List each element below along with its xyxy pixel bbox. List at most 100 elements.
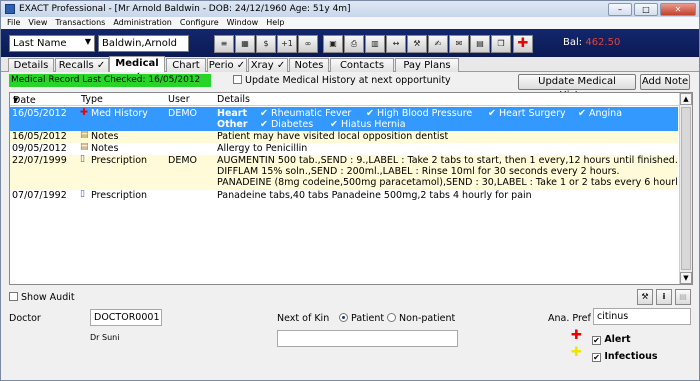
vertical-scrollbar[interactable]: ▲ ▼ [679,93,692,284]
show-audit[interactable]: Show Audit [9,292,75,303]
glasses-icon[interactable]: ∞ [298,35,318,53]
lock-icon[interactable]: ▤ [675,289,691,305]
scroll-thumb[interactable] [681,107,691,270]
condition-item: ✔ Diabetes [260,119,314,130]
nonpatient-radio[interactable]: Non-patient [387,313,455,324]
row-type: Notes [91,131,119,142]
menu-help[interactable]: Help [262,17,288,29]
heart-label: Heart [217,108,248,119]
tab-medical[interactable]: Medical ✓ [109,56,165,82]
column-header-details[interactable]: Details [217,94,250,105]
patient-radio-label: Patient [351,313,385,324]
next-of-kin-field[interactable] [277,330,458,347]
tab-xray[interactable]: Xray ✓ [248,58,288,72]
balance-display: Bal: 462.50 [563,37,620,48]
row-type: Prescription [91,155,148,166]
alert-checkbox[interactable]: ✔ [592,336,601,345]
doctor-name: Dr Suni [90,333,120,342]
notes-icon: ▤ [80,143,89,152]
note-icon[interactable]: ▤ [470,35,490,53]
dollar-icon[interactable]: $ [256,35,276,53]
show-audit-checkbox[interactable] [9,292,18,301]
other-label: Other [217,119,248,130]
date-header-label: Date [13,95,36,106]
row-type: Notes [91,143,119,154]
menu-file[interactable]: File [3,17,24,29]
patient-radio[interactable]: Patient [339,313,384,324]
table-row[interactable]: 22/07/1999 ▯ Prescription DEMO AUGMENTIN… [10,155,678,190]
column-header-type[interactable]: Type [81,94,103,105]
add-note-button[interactable]: Add Note [640,74,690,90]
info-icon[interactable]: i [656,289,672,305]
tab-details[interactable]: Details [8,58,54,72]
menu-window[interactable]: Window [223,17,263,29]
medical-cross-icon[interactable]: ✚ [513,35,533,53]
infectious-checkbox[interactable]: ✔ [592,353,601,362]
sign-icon[interactable]: ✍ [428,35,448,53]
menu-transactions[interactable]: Transactions [51,17,109,29]
row-type: Prescription [91,190,148,201]
calculator-icon[interactable]: ▦ [235,35,255,53]
table-row[interactable]: 16/05/2012 ▤ Notes Patient may have visi… [10,131,678,143]
patient-name-field[interactable]: Baldwin,Arnold [98,35,189,52]
table-row[interactable]: 16/05/2012 ✚ Med History DEMO Heart ✔ Rh… [10,107,678,131]
scroll-up-icon[interactable]: ▲ [680,93,692,105]
prescription-icon: ▯ [80,190,85,199]
table-row[interactable]: 07/07/1992 ▯ Prescription Panadeine tabs… [10,190,678,202]
search-type-select[interactable]: Last Name ▼ [9,35,95,52]
column-header-date[interactable]: Date ▼ [13,94,36,106]
list-icon[interactable]: ≡ [214,35,234,53]
infectious-option[interactable]: ✔ Infectious [592,351,658,362]
window-title: EXACT Professional - [Mr Arnold Baldwin … [19,4,351,14]
condition-item: ✔ Rheumatic Fever [260,108,352,119]
tab-notes[interactable]: Notes [289,58,329,72]
row-type: Med History [91,108,148,119]
wrench-icon[interactable]: ⚒ [407,35,427,53]
save-icon[interactable]: ▣ [323,35,343,53]
update-next-opportunity[interactable]: Update Medical History at next opportuni… [233,75,451,86]
message-icon[interactable]: ✉ [449,35,469,53]
toolbar: Last Name ▼ Baldwin,Arnold ≡ ▦ $ +1 ∞ ▣ ⎙… [1,29,699,57]
tools-icon[interactable]: ⚒ [637,289,653,305]
plus-one-icon[interactable]: +1 [277,35,297,53]
menu-view[interactable]: View [24,17,51,29]
nonpatient-radio-icon[interactable] [387,313,396,322]
clipboard-icon[interactable]: ❒ [491,35,511,53]
update-medical-history-button[interactable]: Update Medical History [518,74,636,101]
menu-configure[interactable]: Configure [176,17,223,29]
print-icon[interactable]: ⎙ [344,35,364,53]
infectious-label: Infectious [604,351,658,362]
tab-recalls[interactable]: Recalls ✓ [55,58,109,72]
doctor-label: Doctor [9,313,41,324]
balance-label: Bal: [563,37,583,48]
tab-pay-plans[interactable]: Pay Plans [395,58,459,72]
row-detail: Patient may have visited local oppositio… [217,131,449,142]
alert-option[interactable]: ✔ Alert [592,334,631,345]
column-header-user[interactable]: User [168,94,190,105]
menu-bar: File View Transactions Administration Co… [1,17,699,29]
trash-icon[interactable]: ▥ [365,35,385,53]
app-icon [5,4,15,14]
row-detail: Allergy to Penicillin [217,143,308,154]
minimize-button[interactable]: – [608,2,632,16]
row-detail: Panadeine tabs,40 tabs Panadeine 500mg,2… [217,190,532,201]
menu-administration[interactable]: Administration [109,17,176,29]
tab-perio[interactable]: Perio ✓ [207,58,247,72]
arrows-icon[interactable]: ↔ [386,35,406,53]
close-button[interactable]: ✕ [660,2,696,16]
ana-pref-field[interactable]: citinus [593,308,691,325]
tab-chart[interactable]: Chart ✓ [166,58,206,84]
medical-history-grid: Date ▼ Type User Details 16/05/2012 ✚ Me… [9,92,693,285]
prescription-icon: ▯ [80,155,85,164]
doctor-code-field[interactable]: DOCTOR0001 [90,309,162,326]
maximize-button[interactable]: □ [634,2,658,16]
search-type-value: Last Name [13,38,67,49]
infectious-cross-icon: ✚ [571,345,582,360]
tab-contacts[interactable]: Contacts [330,58,394,72]
patient-radio-icon[interactable] [339,313,348,322]
scroll-down-icon[interactable]: ▼ [680,272,692,284]
table-row[interactable]: 09/05/2012 ▤ Notes Allergy to Penicillin [10,143,678,155]
row-detail-line: PANADEINE (8mg codeine,500mg paracetamol… [217,177,678,188]
nonpatient-radio-label: Non-patient [399,313,456,324]
update-next-checkbox[interactable] [233,75,242,84]
